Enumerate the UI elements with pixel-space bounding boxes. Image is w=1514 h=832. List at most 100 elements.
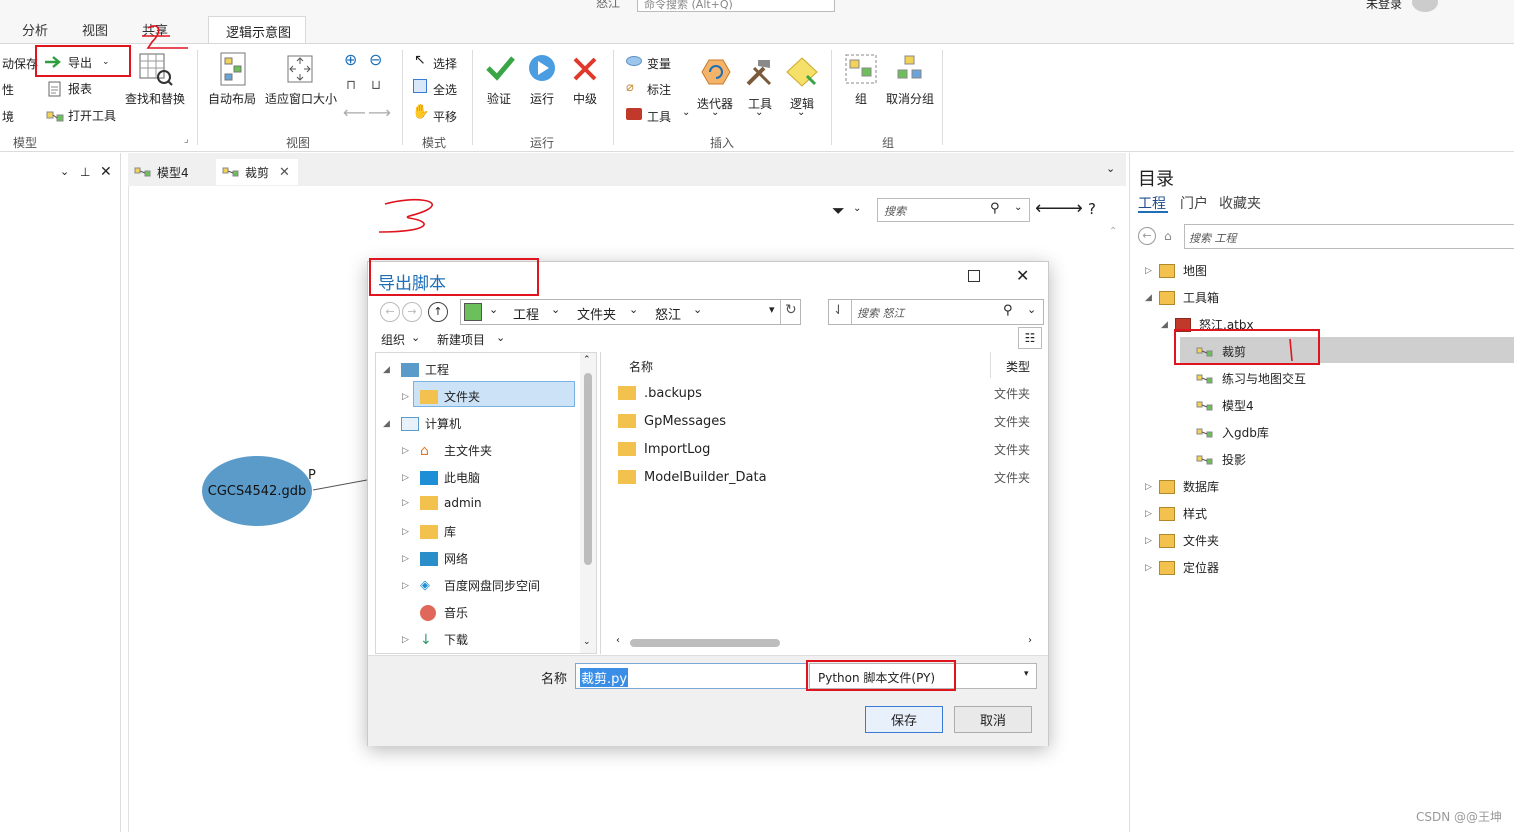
tree-scrollbar[interactable]: ⌃ ⌄ [580,353,596,653]
sort-icon[interactable]: ⇃ [833,303,844,318]
tree-item-project[interactable]: ◢ 工程 [383,361,449,378]
close-icon[interactable]: ✕ [279,165,290,180]
tab-schematic[interactable]: 逻辑示意图 [208,16,306,43]
scroll-right-icon[interactable]: › [1028,635,1032,646]
validate-button[interactable] [485,54,515,85]
tab-model4[interactable]: 模型4 [134,159,214,185]
scroll-thumb[interactable] [630,639,780,647]
zoom-out-icon[interactable]: ⊖ [369,50,382,69]
forward-arrow-icon[interactable]: ⟶ [368,103,391,122]
chevron-down-icon[interactable]: ⌄ [629,303,638,316]
back-arrow-icon[interactable]: ⟵ [343,103,366,122]
run-button[interactable] [527,53,557,86]
chevron-down-icon[interactable]: ⌄ [496,331,505,344]
label-button[interactable]: 标注 [647,81,671,98]
zoom-in-icon[interactable]: ⊕ [344,50,357,69]
pin-icon[interactable]: ⊥ [80,165,90,179]
select-all-button[interactable]: 全选 [433,81,457,98]
tree-item-music[interactable]: 音乐 [420,604,468,621]
catalog-item-locators[interactable]: ▷ 定位器 [1145,559,1219,576]
back-icon[interactable]: ← [1138,227,1156,245]
variable-button[interactable]: 变量 [647,55,671,72]
cancel-button[interactable]: 取消 [954,706,1032,733]
unlock-icon[interactable]: ⊔ [371,78,381,93]
tab-analysis[interactable]: 分析 [22,20,48,39]
chevron-down-icon[interactable]: ⌄ [853,203,861,214]
scroll-up-icon[interactable]: ⌃ [583,355,591,365]
file-row[interactable]: ImportLog 文件夹 [618,436,1038,462]
tab-view[interactable]: 视图 [82,20,108,39]
ungroup-button[interactable] [895,54,925,87]
stop-button[interactable] [572,56,598,85]
save-button[interactable]: 保存 [865,706,943,733]
catalog-item-model4[interactable]: 模型4 [1196,397,1254,414]
auto-layout-button[interactable] [218,52,248,89]
tool-button[interactable] [742,56,776,91]
column-header-name[interactable]: 名称 [629,358,653,375]
filter-icon[interactable]: ⏷ [832,201,845,221]
catalog-item-projection[interactable]: 投影 [1196,451,1246,468]
chevron-down-icon[interactable]: ⌄ [551,303,560,316]
data-node[interactable]: CGCS4542.gdb [202,456,312,526]
catalog-item-maps[interactable]: ▷ 地图 [1145,262,1207,279]
dropdown-arrow-icon[interactable]: ▾ [769,303,775,316]
report-button[interactable]: 报表 [46,80,92,97]
refresh-icon[interactable]: ↻ [785,302,797,318]
auto-save-button[interactable]: 动保存 [2,55,38,72]
breadcrumb-nujiang[interactable]: 怒江 [655,304,681,323]
forward-icon[interactable]: → [402,302,422,322]
chevron-down-icon[interactable]: ⌄ [60,165,69,178]
catalog-tab-project[interactable]: 工程 [1138,193,1166,213]
catalog-search-input[interactable]: 搜索 工程 [1184,224,1514,249]
catalog-item-styles[interactable]: ▷ 样式 [1145,505,1207,522]
tree-item-downloads[interactable]: ▷ ↓ 下载 [402,631,468,648]
environments-button[interactable]: 境 [2,108,14,125]
scroll-thumb[interactable] [584,373,592,565]
home-icon[interactable]: ⌂ [1164,229,1172,243]
iterator-button[interactable] [699,56,733,91]
select-button[interactable]: 选择 [433,55,457,72]
tree-item-admin[interactable]: ▷ admin [402,496,482,510]
catalog-tab-favorites[interactable]: 收藏夹 [1219,193,1261,213]
catalog-tab-portal[interactable]: 门户 [1180,193,1208,213]
scroll-up-icon[interactable]: ⌃ [1109,226,1117,237]
chevron-down-icon[interactable]: ⌄ [411,331,420,344]
address-bar[interactable]: ⌄ 工程 ⌄ 文件夹 ⌄ 怒江 ⌄ ▾ ↻ [460,299,801,325]
find-replace-button[interactable] [138,52,174,89]
catalog-item-toolboxes[interactable]: ◢ 工具箱 [1145,289,1219,306]
tab-clip[interactable]: 裁剪 ✕ [216,159,298,185]
up-icon[interactable]: ↑ [428,302,448,322]
tree-item-library[interactable]: ▷ 库 [402,523,456,540]
avatar[interactable] [1412,0,1438,12]
new-item-button[interactable]: 新建项目 [437,331,485,348]
lock-icon[interactable]: ⊓ [346,78,356,93]
properties-button[interactable]: 性 [2,81,14,98]
help-button[interactable]: ? [1088,200,1096,218]
file-row[interactable]: ModelBuilder_Data 文件夹 [618,464,1038,490]
catalog-item-practice[interactable]: 练习与地图交互 [1196,370,1306,387]
close-icon[interactable]: ✕ [100,164,112,180]
logic-button[interactable] [785,56,819,91]
catalog-item-folders[interactable]: ▷ 文件夹 [1145,532,1219,549]
close-icon[interactable]: ✕ [1016,266,1029,285]
dialog-launcher-icon[interactable]: ⌟ [184,134,189,145]
command-search[interactable]: 命令搜索 (Alt+Q) [637,0,835,12]
scroll-left-icon[interactable]: ‹ [616,635,620,646]
filename-input[interactable]: 裁剪.py [575,663,807,689]
tools-button[interactable]: 工具 [647,108,671,125]
back-icon[interactable]: ← [380,302,400,322]
pan-button[interactable]: 平移 [433,108,457,125]
maximize-icon[interactable] [968,270,980,282]
tree-item-computer[interactable]: ◢ 计算机 [383,415,461,432]
tree-item-baidu[interactable]: ▷ ◈ 百度网盘同步空间 [402,577,540,594]
tree-item-this-pc[interactable]: ▷ 此电脑 [402,469,480,486]
group-button[interactable] [845,54,877,87]
column-header-type[interactable]: 类型 [1006,358,1030,375]
user-status[interactable]: 未登录 [1366,0,1402,12]
organize-button[interactable]: 组织 [381,331,405,348]
breadcrumb-project[interactable]: 工程 [513,304,539,323]
chevron-down-icon[interactable]: ⌄ [693,303,702,316]
fit-window-button[interactable] [284,52,316,89]
tree-item-home[interactable]: ▷ ⌂ 主文件夹 [402,442,492,459]
tree-item-folder[interactable]: ▷ 文件夹 [402,388,480,405]
